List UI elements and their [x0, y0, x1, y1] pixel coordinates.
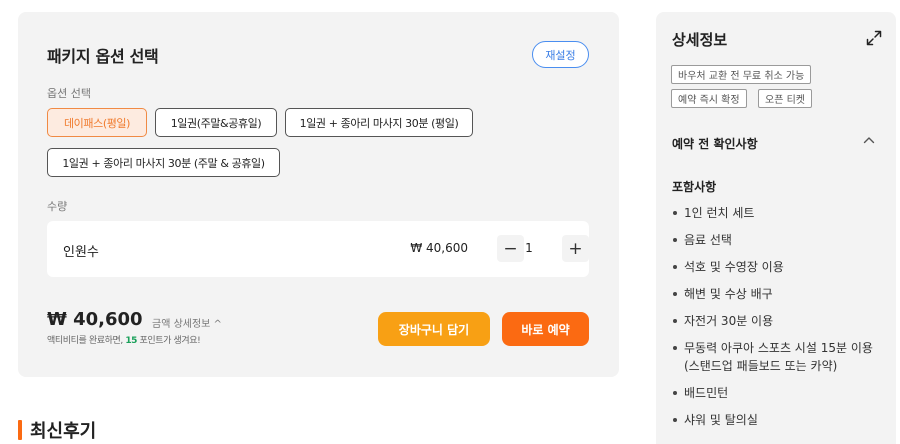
tag-open-ticket: 오픈 티켓 — [758, 89, 812, 108]
included-heading: 포함사항 — [672, 180, 717, 194]
quantity-section-label: 수량 — [47, 200, 68, 213]
points-note: 액티비티를 완료하면, 15 포인트가 생겨요! — [47, 333, 201, 346]
included-item: 석호 및 수영장 이용 — [672, 258, 882, 276]
included-list: 1인 런치 세트 음료 선택 석호 및 수영장 이용 해변 및 수상 배구 자전… — [672, 204, 882, 438]
section-accent-bar — [18, 420, 22, 440]
included-item: 샤워 및 탈의실 — [672, 411, 882, 429]
price-detail-link[interactable]: 금액 상세정보 ^ — [152, 315, 222, 330]
tag-instant-confirm: 예약 즉시 확정 — [671, 89, 747, 108]
total-price: ₩ 40,600 — [47, 309, 143, 330]
option-section-label: 옵션 선택 — [47, 87, 91, 100]
included-item: 무동력 아쿠아 스포츠 시설 15분 이용 (스탠드업 패들보드 또는 카약) — [672, 339, 882, 375]
quantity-value: 1 — [525, 241, 533, 255]
book-now-button[interactable]: 바로 예약 — [502, 312, 589, 346]
increase-quantity-button[interactable]: + — [562, 235, 589, 262]
points-note-prefix: 액티비티를 완료하면, — [47, 336, 126, 346]
option-1day-massage-weekday[interactable]: 1일권 + 종아리 마사지 30분 (평일) — [285, 108, 473, 137]
option-daypass-weekday[interactable]: 데이패스(평일) — [47, 108, 147, 137]
package-option-panel: 패키지 옵션 선택 재설정 옵션 선택 데이패스(평일) 1일권(주말&공휴일)… — [18, 12, 619, 377]
tag-free-cancel: 바우처 교환 전 무료 취소 가능 — [671, 65, 812, 84]
reset-button[interactable]: 재설정 — [532, 41, 589, 68]
panel-title: 패키지 옵션 선택 — [47, 47, 159, 66]
included-item: 음료 선택 — [672, 231, 882, 249]
included-item: 1인 런치 세트 — [672, 204, 882, 222]
detail-title: 상세정보 — [672, 31, 728, 49]
quantity-row-label: 인원수 — [63, 245, 99, 260]
expand-arrows-icon[interactable] — [866, 30, 882, 46]
reviews-section-title: 최신후기 — [18, 417, 96, 443]
included-item: 자전거 30분 이용 — [672, 312, 882, 330]
points-amount: 15 — [125, 336, 138, 346]
included-item: 배드민턴 — [672, 384, 882, 402]
reviews-title-text: 최신후기 — [30, 421, 97, 442]
detail-panel: 상세정보 바우처 교환 전 무료 취소 가능 예약 즉시 확정 오픈 티켓 예약… — [656, 12, 896, 444]
option-1day-massage-weekend[interactable]: 1일권 + 종아리 마사지 30분 (주말 & 공휴일) — [47, 148, 280, 177]
included-item: 해변 및 수상 배구 — [672, 285, 882, 303]
chevron-up-icon[interactable] — [862, 133, 876, 147]
option-1day-weekend[interactable]: 1일권(주말&공휴일) — [155, 108, 277, 137]
quantity-row: 인원수 ₩ 40,600 − 1 + — [47, 221, 589, 277]
pre-booking-heading: 예약 전 확인사항 — [672, 137, 758, 151]
add-to-cart-button[interactable]: 장바구니 담기 — [378, 312, 490, 346]
points-note-suffix: 포인트가 생겨요! — [137, 336, 201, 346]
unit-price: ₩ 40,600 — [410, 241, 468, 255]
